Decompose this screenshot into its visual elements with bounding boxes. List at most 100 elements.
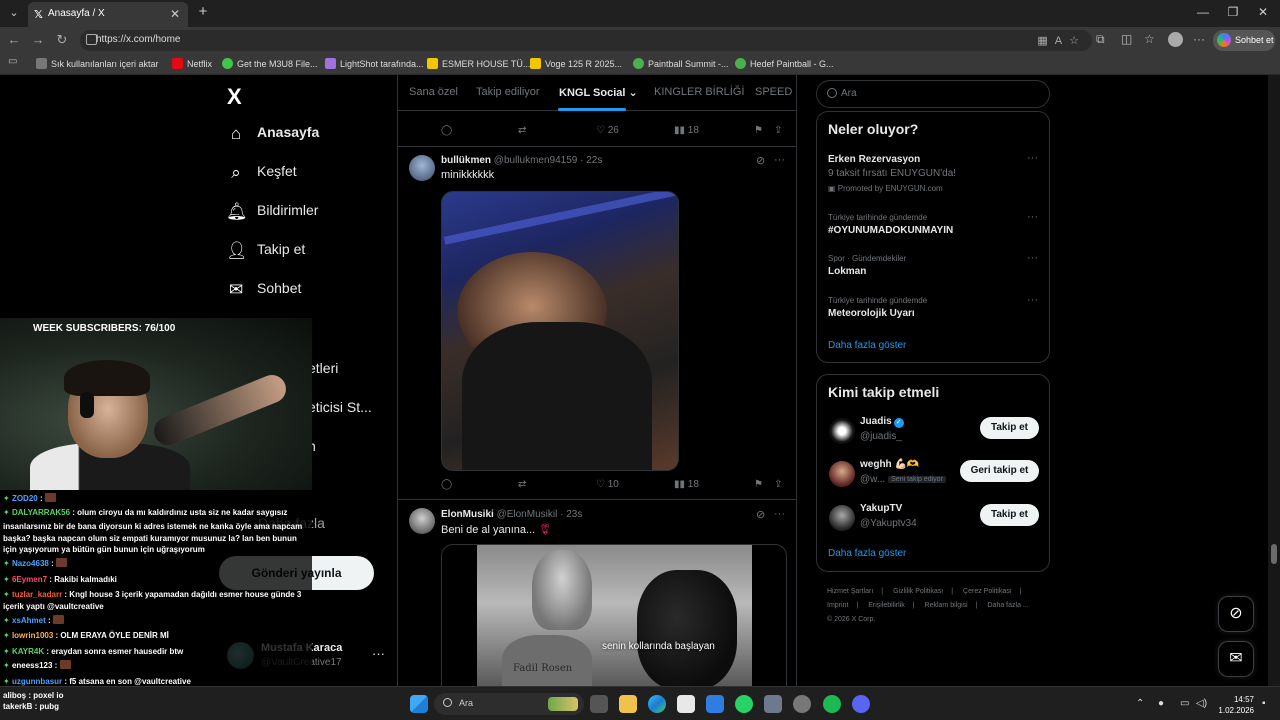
follow-suggestion[interactable]: Juadis ✓ @juadis_ Takip et [817, 413, 1051, 453]
reply-icon[interactable]: ◯ [441, 125, 452, 136]
like-button[interactable]: ♡ 10 [596, 479, 619, 490]
edge-icon[interactable] [648, 695, 666, 713]
grok-icon[interactable]: ⊘ [756, 154, 765, 167]
profile-avatar[interactable] [1168, 32, 1183, 47]
show-more-trends-link[interactable]: Daha fazla göster [828, 340, 906, 351]
mail-app-icon[interactable] [706, 695, 724, 713]
bookmark-6[interactable]: Paintball Summit -... [633, 58, 729, 69]
footer-link[interactable]: Hizmet Şartları [827, 588, 873, 595]
retweet-icon[interactable]: ⇄ [518, 125, 526, 136]
sidebar-item-partial[interactable]: etleri [308, 360, 338, 376]
more-icon[interactable]: ··· [1027, 211, 1038, 223]
tab-for-you[interactable]: Sana özel [409, 86, 458, 98]
minimize-window-button[interactable]: — [1188, 5, 1218, 19]
maximize-window-button[interactable]: ❐ [1218, 5, 1248, 19]
tweet-author[interactable]: bullükmen @bullukmen94159 · 22s [441, 155, 602, 166]
app-icon[interactable] [764, 695, 782, 713]
tab-kingler-birligi[interactable]: KINGLER BİRLİĞİ [654, 86, 744, 98]
favorites-icon[interactable]: ☆ [1144, 32, 1155, 46]
more-icon[interactable]: ··· [1027, 252, 1038, 264]
tab-kngl-social[interactable]: KNGL Social ⌄ [559, 86, 638, 99]
footer-link[interactable]: Erişilebilirlik [868, 602, 905, 609]
extensions-icon[interactable]: ⧉ [1096, 32, 1105, 47]
bookmark-1[interactable]: Netflix [172, 58, 212, 69]
search-input[interactable]: Ara [816, 80, 1050, 108]
discord-icon[interactable] [852, 695, 870, 713]
system-clock[interactable]: 14:57 1.02.2026 [1214, 694, 1254, 716]
forward-button[interactable]: → [28, 31, 48, 49]
trend-title[interactable]: Erken Rezervasyon [828, 154, 920, 165]
notifications-icon[interactable]: ▪ [1262, 698, 1266, 709]
bookmark-icon[interactable]: ⚑ [754, 479, 763, 490]
more-icon[interactable]: ··· [774, 508, 785, 520]
grok-icon[interactable]: ⊘ [756, 508, 765, 521]
avatar[interactable] [409, 155, 435, 181]
reply-icon[interactable]: ◯ [441, 479, 452, 490]
grok-float-button[interactable]: ⊘ [1218, 596, 1254, 632]
tweet-media-image[interactable] [441, 191, 679, 471]
footer-link[interactable]: Reklam bilgisi [925, 602, 968, 609]
copilot-chat-button[interactable]: Sohbet et [1213, 30, 1275, 51]
show-more-follows-link[interactable]: Daha fazla göster [828, 548, 906, 559]
back-button[interactable]: ← [4, 31, 24, 49]
task-view-icon[interactable] [590, 695, 608, 713]
bookmark-3[interactable]: LightShot tarafında... [325, 58, 424, 69]
messages-float-button[interactable]: ✉ [1218, 641, 1254, 677]
views-button[interactable]: ▮▮ 18 [674, 125, 699, 136]
tray-expand-icon[interactable]: ⌃ [1136, 698, 1144, 709]
retweet-icon[interactable]: ⇄ [518, 479, 526, 490]
tab-speed[interactable]: SPEED G [755, 86, 796, 98]
footer-link[interactable]: Imprint [827, 602, 848, 609]
taskbar-search[interactable]: Ara [434, 693, 584, 715]
reading-view-icon[interactable]: ▭ [8, 56, 17, 67]
tab-close-icon[interactable]: ✕ [170, 7, 180, 21]
bookmark-2[interactable]: Get the M3U8 File... [222, 58, 318, 69]
network-icon[interactable]: ▭ [1180, 698, 1189, 709]
trend-title[interactable]: #OYUNUMADOKUNMAYIN [828, 225, 953, 236]
footer-link[interactable]: Çerez Politikası [963, 588, 1012, 595]
more-icon[interactable]: ··· [1027, 152, 1038, 164]
follow-button[interactable]: Takip et [980, 417, 1039, 439]
trend-title[interactable]: Lokman [828, 266, 866, 277]
settings-more-icon[interactable]: ··· [1193, 32, 1205, 46]
tab-following[interactable]: Takip ediliyor [476, 86, 540, 98]
file-explorer-icon[interactable] [619, 695, 637, 713]
trend-title[interactable]: Meteorolojik Uyarı [828, 308, 915, 319]
close-window-button[interactable]: ✕ [1248, 5, 1278, 19]
whatsapp-icon[interactable] [735, 695, 753, 713]
store-icon[interactable] [677, 695, 695, 713]
bookmark-0[interactable]: Sık kullanılanları içeri aktar [36, 58, 159, 69]
follow-suggestion[interactable]: weghh 💪🏻🫶 @w... Seni takip ediyor Geri ta… [817, 456, 1051, 496]
page-scrollbar[interactable] [1268, 75, 1280, 686]
windows-start-icon[interactable] [410, 695, 428, 713]
more-icon[interactable]: ··· [1027, 294, 1038, 306]
tab-actions-menu-icon[interactable]: ⌄ [4, 4, 24, 22]
x-logo[interactable]: X [227, 84, 242, 110]
split-screen-icon[interactable]: ◫ [1121, 32, 1132, 46]
footer-link[interactable]: Gizlilik Politikası [893, 588, 943, 595]
volume-icon[interactable]: ◁) [1196, 698, 1207, 709]
address-bar[interactable]: https://x.com/home ▦A☆ [80, 30, 1092, 51]
share-icon[interactable]: ⇪ [774, 125, 782, 136]
tray-app-icon[interactable]: ● [1158, 698, 1164, 709]
share-icon[interactable]: ⇪ [774, 479, 782, 490]
more-icon[interactable]: ··· [774, 154, 785, 166]
bookmark-5[interactable]: Voge 125 R 2025... [530, 58, 622, 69]
new-tab-button[interactable]: + [194, 3, 212, 23]
scrollbar-thumb[interactable] [1271, 544, 1277, 564]
follow-button[interactable]: Takip et [980, 504, 1039, 526]
more-icon[interactable]: ··· [372, 646, 385, 661]
follow-suggestion[interactable]: YakupTV @Yakuptv34 Takip et [817, 500, 1051, 540]
refresh-button[interactable]: ↻ [52, 31, 72, 49]
browser-tab[interactable]: 𝕏 Anasayfa / X ✕ [28, 2, 188, 27]
sidebar-item-partial[interactable]: eticisi St... [308, 399, 372, 415]
settings-icon[interactable] [793, 695, 811, 713]
avatar[interactable] [409, 508, 435, 534]
like-button[interactable]: ♡ 26 [596, 125, 619, 136]
views-button[interactable]: ▮▮ 18 [674, 479, 699, 490]
spotify-icon[interactable] [823, 695, 841, 713]
bookmark-icon[interactable]: ⚑ [754, 125, 763, 136]
address-bar-actions-icon[interactable]: ▦A☆ [1037, 34, 1086, 47]
tweet-author[interactable]: ElonMusiki @ElonMusikil · 23s [441, 509, 582, 520]
bookmark-7[interactable]: Hedef Paintball - G... [735, 58, 834, 69]
